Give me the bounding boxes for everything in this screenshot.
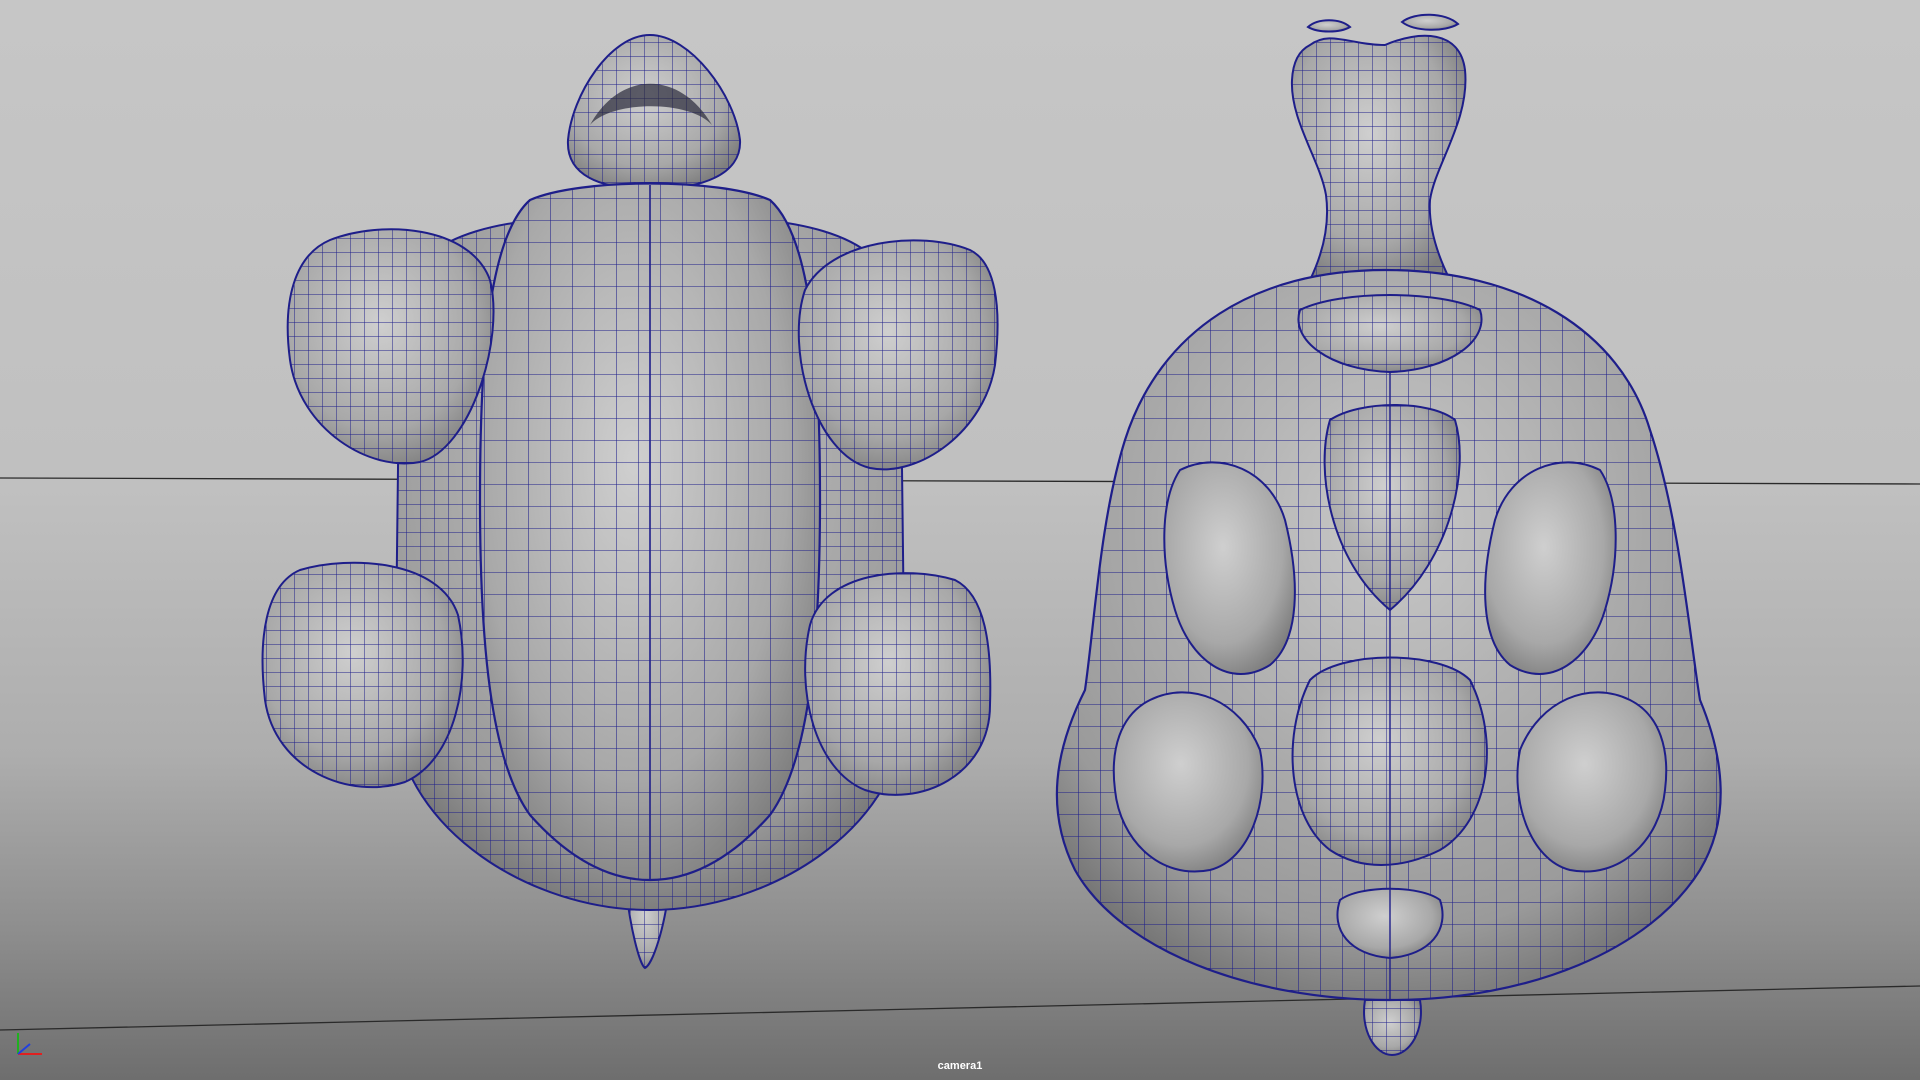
turtle-bottom-view[interactable] bbox=[261, 33, 999, 970]
turtle-neck[interactable] bbox=[1290, 34, 1467, 281]
turtle-shell[interactable] bbox=[1055, 268, 1722, 1002]
3d-viewport[interactable]: camera1 bbox=[0, 0, 1920, 1080]
axis-z-icon bbox=[17, 1043, 31, 1055]
turtle-back-right-flipper[interactable] bbox=[804, 572, 992, 796]
turtle-tail[interactable] bbox=[1363, 999, 1422, 1057]
scene-canvas[interactable] bbox=[0, 0, 1920, 1080]
camera-label: camera1 bbox=[937, 1060, 983, 1072]
turtle-head[interactable] bbox=[566, 33, 742, 190]
ground-grid-line bbox=[0, 985, 1920, 1031]
turtle-top-view[interactable] bbox=[1055, 13, 1722, 1057]
turtle-eye-left[interactable] bbox=[1306, 19, 1352, 33]
axis-gizmo bbox=[17, 1033, 42, 1055]
turtle-front-right-flipper[interactable] bbox=[797, 239, 999, 471]
turtle-back-left-flipper[interactable] bbox=[261, 561, 464, 789]
turtle-eye-right[interactable] bbox=[1400, 13, 1460, 31]
